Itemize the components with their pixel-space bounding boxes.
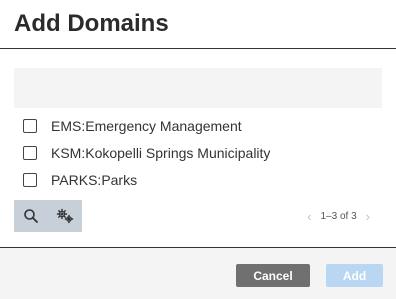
list-item[interactable]: KSM:Kokopelli Springs Municipality [22, 139, 270, 166]
cancel-button[interactable]: Cancel [236, 264, 310, 287]
chevron-left-icon[interactable]: ‹ [307, 209, 311, 224]
search-button[interactable] [14, 200, 48, 232]
gear-icon [56, 208, 74, 224]
checkbox[interactable] [23, 172, 37, 187]
search-icon [24, 209, 38, 223]
domain-label: EMS:Emergency Management [51, 117, 242, 134]
checkbox[interactable] [23, 145, 37, 160]
dialog-header: Add Domains [0, 0, 396, 49]
list-item[interactable]: PARKS:Parks [22, 166, 270, 193]
filter-bar[interactable] [14, 68, 382, 108]
dialog-title: Add Domains [14, 10, 169, 37]
list-toolbar [14, 200, 82, 232]
domain-label: PARKS:Parks [51, 171, 138, 188]
page-range: 1–3 of 3 [320, 210, 357, 222]
list-item[interactable]: EMS:Emergency Management [22, 112, 270, 139]
chevron-right-icon[interactable]: › [366, 209, 370, 224]
pagination: ‹ 1–3 of 3 › [307, 207, 370, 225]
settings-button[interactable] [48, 200, 82, 232]
domain-label: KSM:Kokopelli Springs Municipality [51, 144, 271, 161]
checkbox[interactable] [23, 118, 37, 133]
add-button[interactable]: Add [326, 264, 383, 287]
dialog-footer: Cancel Add [0, 247, 396, 299]
domain-list: EMS:Emergency Management KSM:Kokopelli S… [22, 112, 270, 193]
